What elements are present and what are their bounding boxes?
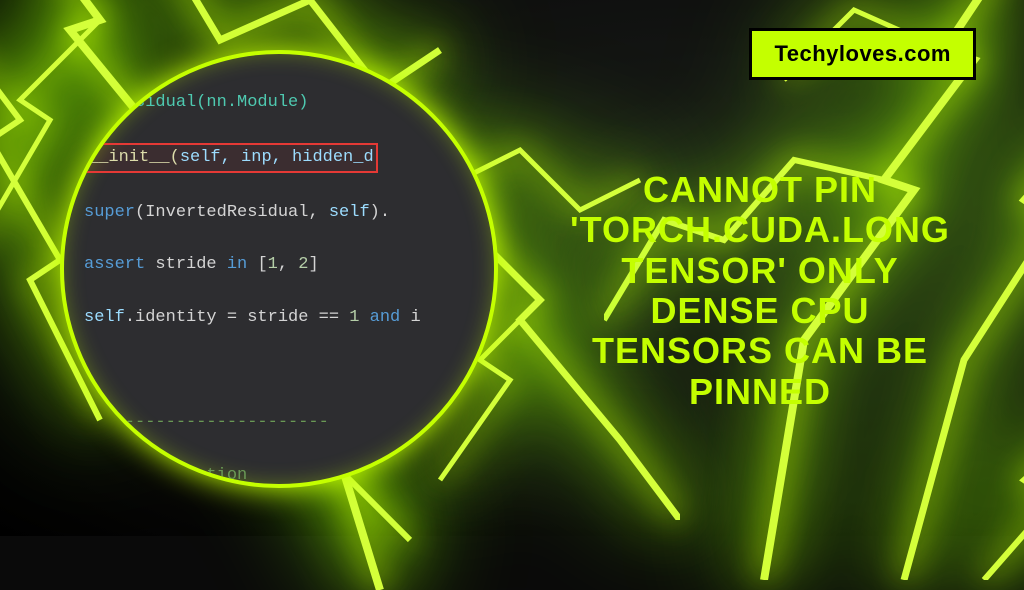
code-text: tedResidual(nn.Module) — [84, 93, 308, 112]
code-snippet: tedResidual(nn.Module) __init__(self, in… — [60, 64, 498, 488]
site-badge: Techyloves.com — [749, 28, 976, 80]
code-circle: tedResidual(nn.Module) __init__(self, in… — [60, 50, 498, 488]
headline-text: CANNOT PIN 'TORCH.CUDA.LONG TENSOR' ONLY… — [560, 170, 960, 412]
highlight-init: __init__(self, inp, hidden_d — [84, 143, 378, 173]
